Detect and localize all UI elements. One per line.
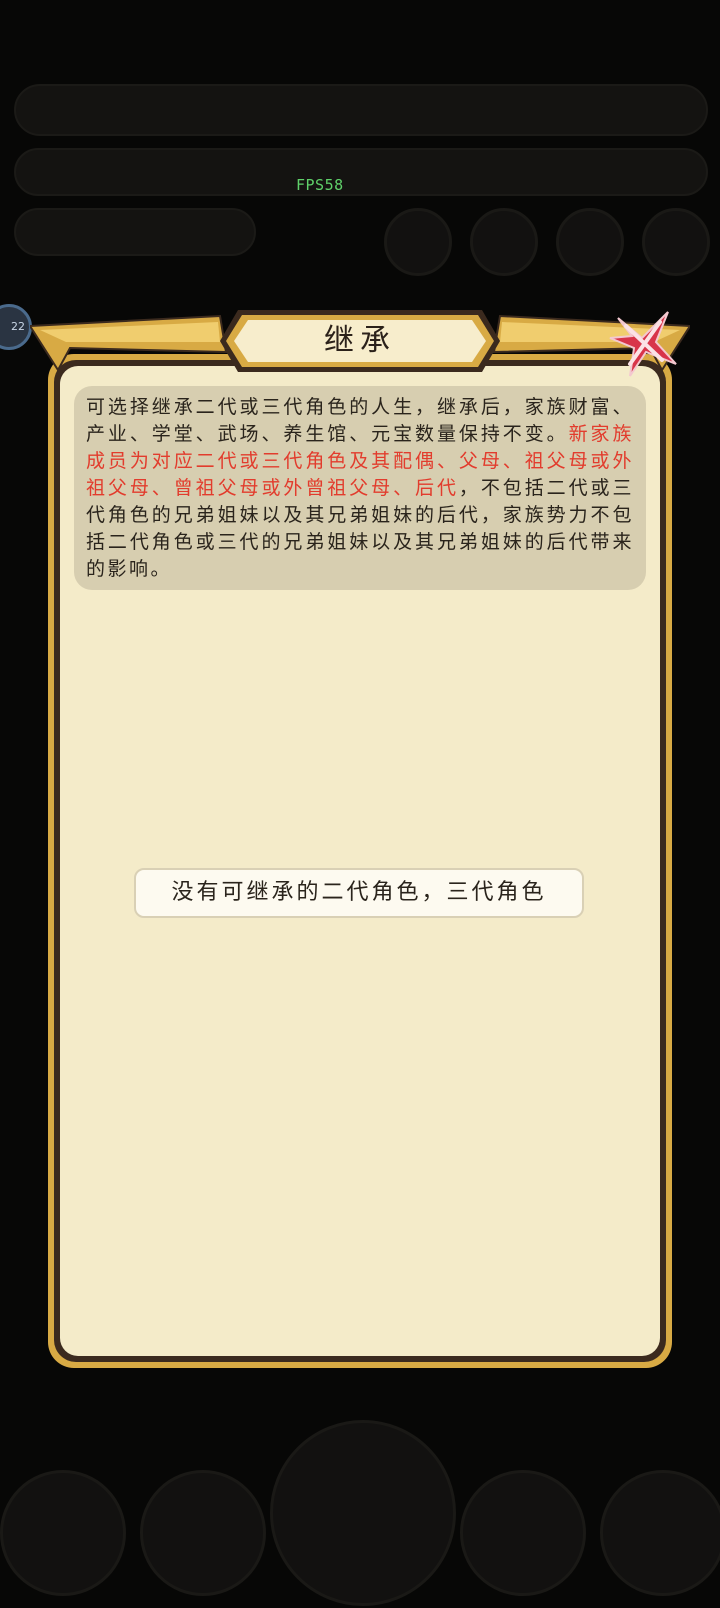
- empty-heir-message: 没有可继承的二代角色，三代角色: [134, 868, 584, 918]
- background-left-panel: [14, 208, 256, 256]
- background-menu-icon-2: [470, 208, 538, 276]
- background-bottom-icon-3: [460, 1470, 586, 1596]
- background-top-bar: [14, 84, 708, 136]
- background-second-bar: [14, 148, 708, 196]
- description-text-1: 可选择继承二代或三代角色的人生，继承后，家族财富、产业、学堂、武场、养生馆、元宝…: [86, 396, 634, 445]
- screen: FPS58 22 继承 可选择继承二代或三代角色的人生，继承后，家族财富、产业、…: [0, 0, 720, 1608]
- background-menu-icon-3: [556, 208, 624, 276]
- close-x-icon[interactable]: [606, 308, 678, 380]
- fps-counter: FPS58: [296, 176, 344, 194]
- background-menu-icon-1: [384, 208, 452, 276]
- side-level-badge[interactable]: 22: [0, 304, 32, 350]
- background-bottom-center: [270, 1420, 456, 1606]
- inherit-description: 可选择继承二代或三代角色的人生，继承后，家族财富、产业、学堂、武场、养生馆、元宝…: [74, 386, 646, 590]
- background-bottom-icon-4: [600, 1470, 720, 1596]
- background-bottom-icon-2: [140, 1470, 266, 1596]
- dialog-title: 继承: [324, 323, 396, 358]
- background-bottom-icon-1: [0, 1470, 126, 1596]
- background-menu-icon-4: [642, 208, 710, 276]
